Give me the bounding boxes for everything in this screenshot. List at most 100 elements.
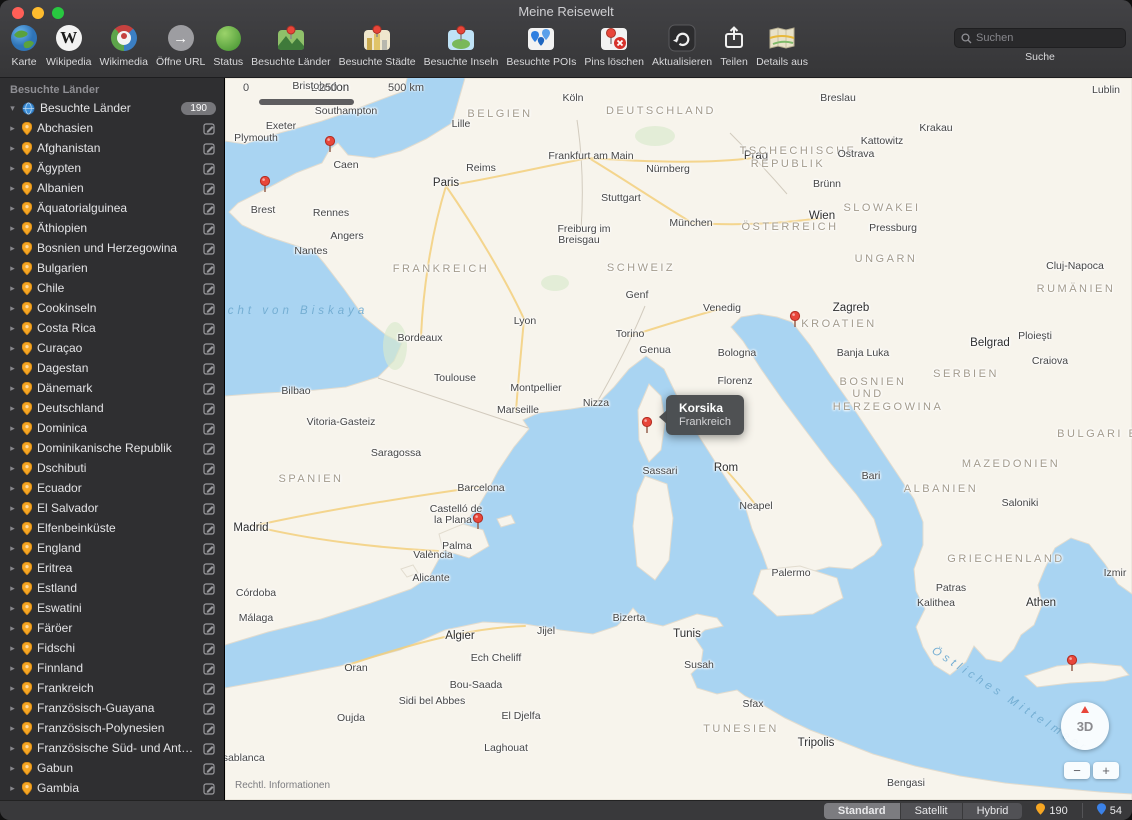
disclosure-chevron-icon[interactable]: ▸ bbox=[8, 203, 17, 214]
edit-note-icon[interactable] bbox=[203, 642, 216, 655]
sidebar-item-äthiopien[interactable]: ▸Äthiopien bbox=[0, 218, 224, 238]
legal-link[interactable]: Rechtl. Informationen bbox=[235, 780, 330, 791]
edit-note-icon[interactable] bbox=[203, 442, 216, 455]
edit-note-icon[interactable] bbox=[203, 662, 216, 675]
toolbar-button-besuchte-inseln[interactable]: Besuchte Inseln bbox=[420, 22, 503, 68]
edit-note-icon[interactable] bbox=[203, 782, 216, 795]
edit-note-icon[interactable] bbox=[203, 182, 216, 195]
toolbar-button-öffne-url[interactable]: →Öffne URL bbox=[152, 22, 209, 68]
disclosure-chevron-icon[interactable]: ▸ bbox=[8, 703, 17, 714]
map-pin-1[interactable] bbox=[259, 176, 271, 194]
toolbar-button-aktualisieren[interactable]: Aktualisieren bbox=[648, 22, 716, 68]
map-pin-4[interactable] bbox=[472, 513, 484, 531]
sidebar-item-abchasien[interactable]: ▸Abchasien bbox=[0, 118, 224, 138]
edit-note-icon[interactable] bbox=[203, 622, 216, 635]
disclosure-chevron-icon[interactable]: ▸ bbox=[8, 763, 17, 774]
edit-note-icon[interactable] bbox=[203, 142, 216, 155]
disclosure-chevron-icon[interactable]: ▸ bbox=[8, 723, 17, 734]
sidebar-item-estland[interactable]: ▸Estland bbox=[0, 578, 224, 598]
sidebar-item-afghanistan[interactable]: ▸Afghanistan bbox=[0, 138, 224, 158]
disclosure-chevron-icon[interactable]: ▸ bbox=[8, 563, 17, 574]
disclosure-chevron-icon[interactable]: ▸ bbox=[8, 523, 17, 534]
sidebar-item-fidschi[interactable]: ▸Fidschi bbox=[0, 638, 224, 658]
edit-note-icon[interactable] bbox=[203, 282, 216, 295]
sidebar-item-ecuador[interactable]: ▸Ecuador bbox=[0, 478, 224, 498]
compass-3d-button[interactable]: 3D bbox=[1061, 702, 1109, 750]
edit-note-icon[interactable] bbox=[203, 202, 216, 215]
disclosure-open-icon[interactable]: ▾ bbox=[8, 103, 17, 114]
sidebar-item-deutschland[interactable]: ▸Deutschland bbox=[0, 398, 224, 418]
toolbar-button-besuchte-pois[interactable]: Besuchte POIs bbox=[502, 22, 580, 68]
sidebar-item-dominikanische-republik[interactable]: ▸Dominikanische Republik bbox=[0, 438, 224, 458]
edit-note-icon[interactable] bbox=[203, 502, 216, 515]
disclosure-chevron-icon[interactable]: ▸ bbox=[8, 143, 17, 154]
toolbar-button-wikimedia[interactable]: Wikimedia bbox=[96, 22, 152, 68]
disclosure-chevron-icon[interactable]: ▸ bbox=[8, 743, 17, 754]
disclosure-chevron-icon[interactable]: ▸ bbox=[8, 263, 17, 274]
disclosure-chevron-icon[interactable]: ▸ bbox=[8, 683, 17, 694]
sidebar-item-gambia[interactable]: ▸Gambia bbox=[0, 778, 224, 798]
sidebar-item-ägypten[interactable]: ▸Ägypten bbox=[0, 158, 224, 178]
map-pin-2[interactable] bbox=[789, 311, 801, 329]
map-mode-hybrid[interactable]: Hybrid bbox=[963, 803, 1023, 819]
edit-note-icon[interactable] bbox=[203, 742, 216, 755]
fullscreen-window-button[interactable] bbox=[52, 7, 64, 19]
disclosure-chevron-icon[interactable]: ▸ bbox=[8, 443, 17, 454]
disclosure-chevron-icon[interactable]: ▸ bbox=[8, 783, 17, 794]
map-mode-standard[interactable]: Standard bbox=[824, 803, 901, 819]
map-pin-0[interactable] bbox=[324, 136, 336, 154]
disclosure-chevron-icon[interactable]: ▸ bbox=[8, 383, 17, 394]
toolbar-button-status[interactable]: Status bbox=[209, 22, 247, 68]
toolbar-button-teilen[interactable]: Teilen bbox=[716, 22, 752, 68]
edit-note-icon[interactable] bbox=[203, 422, 216, 435]
disclosure-chevron-icon[interactable]: ▸ bbox=[8, 503, 17, 514]
zoom-out-button[interactable]: − bbox=[1064, 762, 1090, 779]
disclosure-chevron-icon[interactable]: ▸ bbox=[8, 463, 17, 474]
edit-note-icon[interactable] bbox=[203, 582, 216, 595]
disclosure-chevron-icon[interactable]: ▸ bbox=[8, 223, 17, 234]
sidebar-item-chile[interactable]: ▸Chile bbox=[0, 278, 224, 298]
sidebar-item-costa-rica[interactable]: ▸Costa Rica bbox=[0, 318, 224, 338]
disclosure-chevron-icon[interactable]: ▸ bbox=[8, 483, 17, 494]
edit-note-icon[interactable] bbox=[203, 122, 216, 135]
edit-note-icon[interactable] bbox=[203, 362, 216, 375]
sidebar-item-eritrea[interactable]: ▸Eritrea bbox=[0, 558, 224, 578]
disclosure-chevron-icon[interactable]: ▸ bbox=[8, 183, 17, 194]
search-field[interactable] bbox=[954, 28, 1126, 48]
edit-note-icon[interactable] bbox=[203, 762, 216, 775]
sidebar-item-französische-süd-und-ant[interactable]: ▸Französische Süd- und Ant… bbox=[0, 738, 224, 758]
disclosure-chevron-icon[interactable]: ▸ bbox=[8, 323, 17, 334]
toolbar-button-karte[interactable]: Karte bbox=[6, 22, 42, 68]
edit-note-icon[interactable] bbox=[203, 702, 216, 715]
edit-note-icon[interactable] bbox=[203, 722, 216, 735]
minimize-window-button[interactable] bbox=[32, 7, 44, 19]
disclosure-chevron-icon[interactable]: ▸ bbox=[8, 643, 17, 654]
edit-note-icon[interactable] bbox=[203, 342, 216, 355]
edit-note-icon[interactable] bbox=[203, 262, 216, 275]
sidebar-item-dänemark[interactable]: ▸Dänemark bbox=[0, 378, 224, 398]
sidebar-item-frankreich[interactable]: ▸Frankreich bbox=[0, 678, 224, 698]
toolbar-button-besuchte-länder[interactable]: Besuchte Länder bbox=[247, 22, 334, 68]
edit-note-icon[interactable] bbox=[203, 682, 216, 695]
sidebar-item-finnland[interactable]: ▸Finnland bbox=[0, 658, 224, 678]
disclosure-chevron-icon[interactable]: ▸ bbox=[8, 243, 17, 254]
edit-note-icon[interactable] bbox=[203, 162, 216, 175]
sidebar-item-england[interactable]: ▸England bbox=[0, 538, 224, 558]
edit-note-icon[interactable] bbox=[203, 222, 216, 235]
toolbar-button-pins-löschen[interactable]: Pins löschen bbox=[580, 22, 648, 68]
sidebar-item-el-salvador[interactable]: ▸El Salvador bbox=[0, 498, 224, 518]
disclosure-chevron-icon[interactable]: ▸ bbox=[8, 343, 17, 354]
sidebar-item-färöer[interactable]: ▸Färöer bbox=[0, 618, 224, 638]
disclosure-chevron-icon[interactable]: ▸ bbox=[8, 403, 17, 414]
sidebar-item-cura-ao[interactable]: ▸Curaçao bbox=[0, 338, 224, 358]
edit-note-icon[interactable] bbox=[203, 542, 216, 555]
edit-note-icon[interactable] bbox=[203, 382, 216, 395]
map-view[interactable]: LondonBristolSouthamptonExeterPlymouthLi… bbox=[225, 78, 1132, 800]
sidebar-item-cookinseln[interactable]: ▸Cookinseln bbox=[0, 298, 224, 318]
zoom-in-button[interactable]: + bbox=[1093, 762, 1119, 779]
edit-note-icon[interactable] bbox=[203, 562, 216, 575]
disclosure-chevron-icon[interactable]: ▸ bbox=[8, 163, 17, 174]
edit-note-icon[interactable] bbox=[203, 462, 216, 475]
edit-note-icon[interactable] bbox=[203, 322, 216, 335]
disclosure-chevron-icon[interactable]: ▸ bbox=[8, 123, 17, 134]
